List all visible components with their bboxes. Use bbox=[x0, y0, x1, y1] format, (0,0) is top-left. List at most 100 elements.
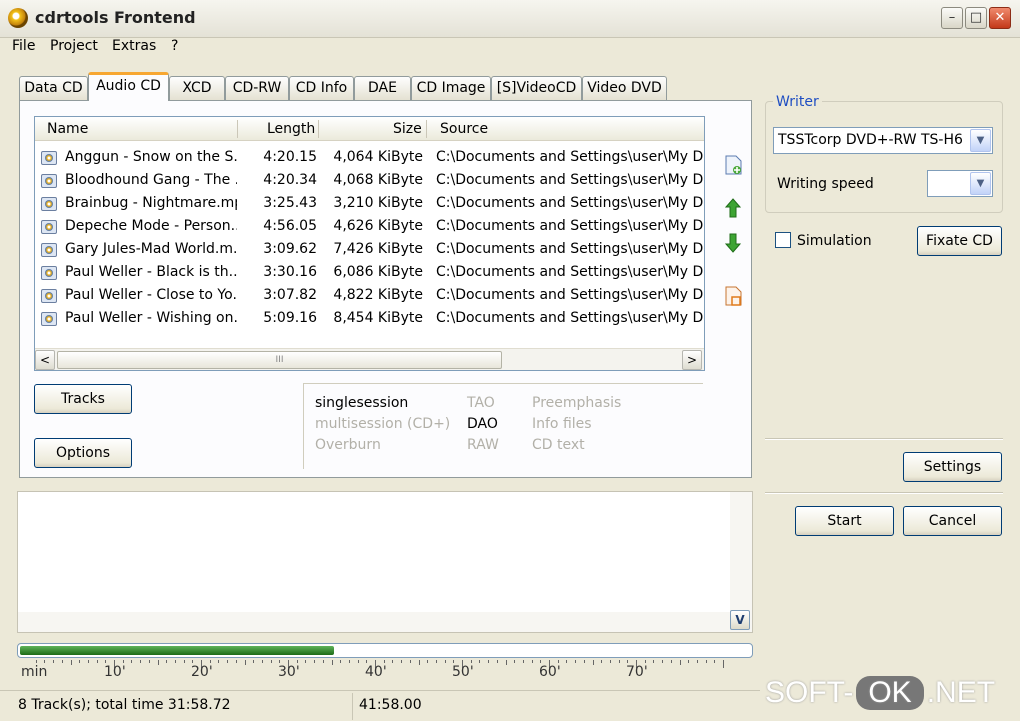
column-divider[interactable] bbox=[318, 120, 319, 138]
table-row[interactable]: Gary Jules-Mad World.m... 3:09.62 7,426 Ki… bbox=[35, 238, 704, 261]
scale-tick bbox=[644, 660, 646, 663]
simulation-label: Simulation bbox=[797, 233, 872, 249]
menu-project[interactable]: Project bbox=[50, 38, 98, 54]
audio-track-icon bbox=[41, 266, 57, 280]
scroll-thumb[interactable]: III bbox=[57, 351, 502, 369]
log-vertical-scrollbar[interactable] bbox=[730, 492, 752, 612]
table-row[interactable]: Paul Weller - Wishing on... 5:09.16 8,454 … bbox=[35, 307, 704, 330]
track-length: 4:20.15 bbox=[263, 149, 317, 165]
table-row[interactable]: Brainbug - Nightmare.mp3 3:25.43 3,210 KiB… bbox=[35, 192, 704, 215]
table-row[interactable]: Anggun - Snow on the S... 4:20.15 4,064 Ki… bbox=[35, 146, 704, 169]
scale-label: 40' bbox=[365, 664, 387, 680]
scale-tick bbox=[575, 660, 577, 663]
audio-track-icon bbox=[41, 243, 57, 257]
minimize-button[interactable]: – bbox=[941, 7, 963, 29]
menu-help[interactable]: ? bbox=[171, 38, 178, 54]
audio-track-icon bbox=[41, 197, 57, 211]
remove-file-icon[interactable] bbox=[723, 285, 743, 307]
scale-tick bbox=[157, 660, 159, 665]
cancel-button[interactable]: Cancel bbox=[903, 506, 1002, 536]
log-verbose-button[interactable]: V bbox=[730, 610, 750, 630]
move-up-icon[interactable] bbox=[723, 197, 743, 219]
scale-tick bbox=[131, 660, 133, 663]
option-multisession: multisession (CD+) bbox=[315, 416, 451, 432]
scale-tick bbox=[714, 660, 716, 663]
scale-tick bbox=[618, 660, 620, 663]
tab-audio-cd[interactable]: Audio CD bbox=[88, 72, 169, 101]
scale-tick bbox=[44, 660, 46, 663]
column-length[interactable]: Length bbox=[267, 121, 315, 137]
scale-tick bbox=[601, 660, 603, 663]
watermark-left: SOFT- bbox=[765, 676, 854, 709]
tab-video-dvd[interactable]: Video DVD bbox=[582, 76, 667, 101]
fixate-cd-button[interactable]: Fixate CD bbox=[917, 226, 1002, 256]
divider bbox=[765, 492, 1003, 494]
time-scale: min 10' 20' 30' 40' 50' 60' 70' bbox=[17, 660, 753, 682]
scale-tick bbox=[540, 660, 542, 663]
scale-tick bbox=[140, 660, 142, 663]
option-singlesession: singlesession bbox=[315, 395, 409, 411]
add-file-icon[interactable] bbox=[723, 154, 743, 176]
tab-svideocd[interactable]: [S]VideoCD bbox=[491, 76, 582, 101]
maximize-button[interactable]: □ bbox=[965, 7, 987, 29]
audio-track-icon bbox=[41, 174, 57, 188]
track-size: 6,086 KiByte bbox=[333, 264, 423, 280]
tab-dae[interactable]: DAE bbox=[354, 76, 411, 101]
column-source[interactable]: Source bbox=[440, 121, 488, 137]
simulation-checkbox[interactable] bbox=[775, 232, 791, 248]
track-source: C:\Documents and Settings\user\My Doc bbox=[436, 310, 704, 326]
column-divider[interactable] bbox=[237, 120, 238, 138]
writing-speed-select[interactable]: ▼ bbox=[927, 170, 993, 197]
scroll-right-icon[interactable]: > bbox=[682, 350, 702, 370]
burn-progress-fill bbox=[20, 646, 334, 655]
tab-cd-rw[interactable]: CD-RW bbox=[225, 76, 289, 101]
close-button[interactable]: ✕ bbox=[989, 7, 1011, 29]
menu-file[interactable]: File bbox=[12, 38, 35, 54]
track-source: C:\Documents and Settings\user\My Doc bbox=[436, 287, 704, 303]
settings-button[interactable]: Settings bbox=[903, 452, 1002, 482]
tab-xcd[interactable]: XCD bbox=[169, 76, 225, 101]
column-size[interactable]: Size bbox=[393, 121, 422, 137]
table-row[interactable]: Depeche Mode - Person... 4:56.05 4,626 KiB… bbox=[35, 215, 704, 238]
watermark-right: .NET bbox=[926, 676, 996, 709]
track-source: C:\Documents and Settings\user\My Doc bbox=[436, 264, 704, 280]
track-length: 3:09.62 bbox=[263, 241, 317, 257]
audio-track-icon bbox=[41, 220, 57, 234]
table-row[interactable]: Paul Weller - Black is th... 3:30.16 6,086… bbox=[35, 261, 704, 284]
track-length: 3:30.16 bbox=[263, 264, 317, 280]
move-down-icon[interactable] bbox=[723, 232, 743, 254]
column-divider[interactable] bbox=[426, 120, 427, 138]
scroll-left-icon[interactable]: < bbox=[35, 350, 55, 370]
watermark-mid: OK bbox=[856, 676, 924, 710]
cd-app-icon bbox=[8, 8, 28, 28]
start-button[interactable]: Start bbox=[795, 506, 894, 536]
track-size: 4,068 KiByte bbox=[333, 172, 423, 188]
option-info-files: Info files bbox=[532, 416, 592, 432]
column-name[interactable]: Name bbox=[47, 121, 88, 137]
tab-cd-info[interactable]: CD Info bbox=[289, 76, 354, 101]
scale-label: 30' bbox=[278, 664, 300, 680]
scale-tick bbox=[679, 660, 681, 665]
scale-tick bbox=[522, 660, 524, 663]
tracks-button[interactable]: Tracks bbox=[34, 384, 132, 414]
tab-cd-image[interactable]: CD Image bbox=[411, 76, 491, 101]
scale-tick bbox=[192, 660, 194, 663]
scale-tick bbox=[653, 660, 655, 663]
track-size: 7,426 KiByte bbox=[333, 241, 423, 257]
track-source: C:\Documents and Settings\user\My Doc bbox=[436, 241, 704, 257]
output-log[interactable]: V bbox=[17, 491, 753, 633]
chevron-down-icon[interactable]: ▼ bbox=[970, 172, 991, 195]
scale-label: 10' bbox=[104, 664, 126, 680]
tab-data-cd[interactable]: Data CD bbox=[19, 76, 88, 101]
log-horizontal-scrollbar[interactable] bbox=[18, 612, 752, 632]
horizontal-scrollbar[interactable]: < III > bbox=[35, 348, 704, 370]
menu-extras[interactable]: Extras bbox=[112, 38, 156, 54]
chevron-down-icon[interactable]: ▼ bbox=[970, 129, 991, 152]
writer-device-select[interactable]: TSSTcorp DVD+-RW TS-H6 ▼ bbox=[773, 127, 993, 154]
options-summary: singlesession multisession (CD+) Overbur… bbox=[303, 383, 703, 469]
table-row[interactable]: Paul Weller - Close to Yo... 3:07.82 4,822… bbox=[35, 284, 704, 307]
table-row[interactable]: Bloodhound Gang - The ... 4:20.34 4,068 Ki… bbox=[35, 169, 704, 192]
track-name: Depeche Mode - Person... bbox=[65, 218, 237, 234]
options-button[interactable]: Options bbox=[34, 438, 132, 468]
track-list[interactable]: Name Length Size Source Anggun - Snow on… bbox=[34, 116, 705, 371]
